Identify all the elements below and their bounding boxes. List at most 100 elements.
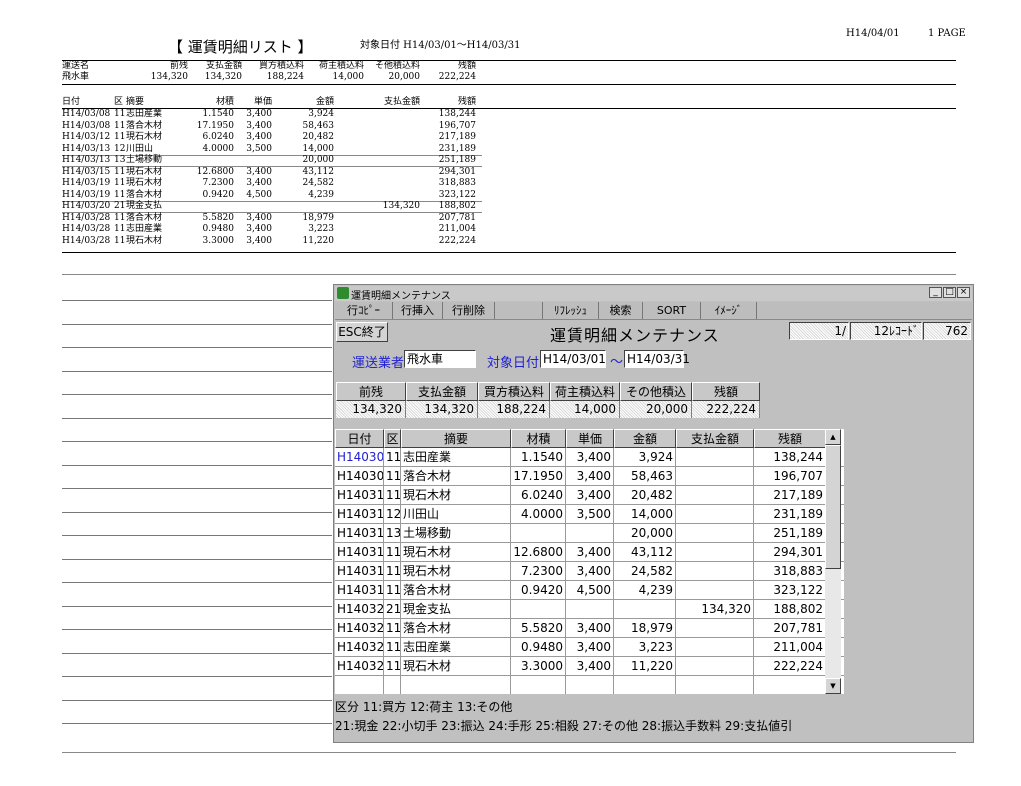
detail-grid[interactable]: 日付区摘要材積単価金額支払金額残額 H14030811志田産業1.15403,4… — [335, 429, 844, 694]
grid-cell[interactable] — [511, 600, 566, 618]
grid-cell[interactable] — [511, 524, 566, 542]
grid-cell[interactable]: 231,189 — [754, 505, 826, 523]
scroll-up-arrow-icon[interactable]: ▲ — [825, 429, 841, 445]
grid-cell[interactable]: 川田山 — [401, 505, 511, 523]
grid-cell[interactable]: H140313 — [335, 505, 384, 523]
grid-cell[interactable]: 現石木材 — [401, 543, 511, 561]
grid-cell[interactable]: 土場移動 — [401, 524, 511, 542]
grid-header[interactable]: 区 — [384, 429, 401, 448]
grid-header[interactable]: 摘要 — [401, 429, 511, 448]
grid-cell[interactable] — [676, 638, 754, 656]
grid-cell[interactable]: 3,400 — [566, 486, 614, 504]
copy-row-button[interactable]: 行ｺﾋﾟｰ — [335, 302, 393, 319]
grid-cell[interactable]: 58,463 — [614, 467, 676, 485]
grid-cell[interactable] — [676, 505, 754, 523]
grid-cell[interactable]: 14,000 — [614, 505, 676, 523]
grid-cell[interactable]: 現石木材 — [401, 486, 511, 504]
grid-cell[interactable] — [676, 562, 754, 580]
grid-header[interactable]: 支払金額 — [676, 429, 754, 448]
maximize-button[interactable]: □ — [943, 287, 956, 298]
table-row[interactable]: H14032811落合木材5.58203,40018,979 207,781 — [335, 619, 844, 638]
grid-cell[interactable]: 11,220 — [614, 657, 676, 675]
grid-cell[interactable] — [676, 486, 754, 504]
grid-cell[interactable] — [676, 448, 754, 466]
grid-cell[interactable]: 落合木材 — [401, 581, 511, 599]
grid-cell[interactable]: 1.1540 — [511, 448, 566, 466]
grid-cell[interactable]: 落合木材 — [401, 619, 511, 637]
grid-cell[interactable]: 138,244 — [754, 448, 826, 466]
grid-cell[interactable]: H140319 — [335, 581, 384, 599]
grid-cell[interactable]: 6.0240 — [511, 486, 566, 504]
grid-cell[interactable]: 3,924 — [614, 448, 676, 466]
grid-header[interactable]: 金額 — [614, 429, 676, 448]
grid-cell[interactable]: 現金支払 — [401, 600, 511, 618]
grid-cell[interactable]: 4,500 — [566, 581, 614, 599]
grid-cell[interactable]: 318,883 — [754, 562, 826, 580]
grid-cell[interactable]: H140320 — [335, 600, 384, 618]
grid-cell[interactable]: H140319 — [335, 562, 384, 580]
grid-header[interactable]: 単価 — [566, 429, 614, 448]
window-titlebar[interactable]: 運賃明細メンテナンス _ □ × — [335, 286, 972, 302]
grid-cell[interactable]: 21 — [384, 600, 401, 618]
grid-cell[interactable]: 3,500 — [566, 505, 614, 523]
grid-cell[interactable] — [676, 467, 754, 485]
table-row[interactable]: H14031211現石木材6.02403,40020,482 217,189 — [335, 486, 844, 505]
grid-cell[interactable] — [614, 600, 676, 618]
grid-cell[interactable]: 志田産業 — [401, 448, 511, 466]
table-row[interactable]: H14030811志田産業1.15403,4003,924 138,244 — [335, 448, 844, 467]
grid-cell[interactable]: 3,400 — [566, 657, 614, 675]
grid-cell[interactable]: H140308 — [335, 467, 384, 485]
grid-cell[interactable]: H140315 — [335, 543, 384, 561]
grid-cell[interactable]: 11 — [384, 619, 401, 637]
grid-header[interactable]: 材積 — [511, 429, 566, 448]
grid-cell[interactable]: 3,400 — [566, 543, 614, 561]
grid-cell[interactable]: 134,320 — [676, 600, 754, 618]
grid-scrollbar[interactable]: ▲ ▼ — [825, 429, 841, 694]
grid-cell[interactable]: 11 — [384, 562, 401, 580]
table-row[interactable]: H14032811現石木材3.30003,40011,220 222,224 — [335, 657, 844, 676]
grid-cell[interactable]: 3,400 — [566, 638, 614, 656]
grid-cell[interactable]: 5.5820 — [511, 619, 566, 637]
insert-row-button[interactable]: 行挿入 — [393, 302, 443, 319]
grid-cell[interactable] — [384, 676, 401, 694]
grid-cell[interactable] — [566, 676, 614, 694]
minimize-button[interactable]: _ — [929, 287, 942, 298]
grid-cell[interactable] — [614, 676, 676, 694]
table-row[interactable] — [335, 676, 844, 694]
table-row[interactable]: H14031511現石木材12.68003,40043,112 294,301 — [335, 543, 844, 562]
grid-cell[interactable]: 211,004 — [754, 638, 826, 656]
grid-cell[interactable] — [754, 676, 826, 694]
grid-cell[interactable] — [566, 600, 614, 618]
grid-cell[interactable]: 現石木材 — [401, 562, 511, 580]
sort-button[interactable]: SORT — [643, 302, 701, 319]
grid-cell[interactable] — [335, 676, 384, 694]
grid-cell[interactable]: 11 — [384, 467, 401, 485]
grid-cell[interactable]: 3.3000 — [511, 657, 566, 675]
grid-cell[interactable]: 222,224 — [754, 657, 826, 675]
table-row[interactable]: H14031313土場移動 20,000 251,189 — [335, 524, 844, 543]
grid-header[interactable]: 日付 — [335, 429, 384, 448]
grid-cell[interactable]: 323,122 — [754, 581, 826, 599]
scroll-thumb[interactable] — [825, 445, 841, 569]
grid-cell[interactable] — [676, 676, 754, 694]
grid-cell[interactable]: 217,189 — [754, 486, 826, 504]
grid-cell[interactable]: 196,707 — [754, 467, 826, 485]
grid-cell[interactable]: 11 — [384, 448, 401, 466]
grid-cell[interactable]: 11 — [384, 657, 401, 675]
grid-cell[interactable]: 4,239 — [614, 581, 676, 599]
grid-cell[interactable]: 24,582 — [614, 562, 676, 580]
grid-cell[interactable] — [676, 581, 754, 599]
grid-cell[interactable]: 17.1950 — [511, 467, 566, 485]
table-row[interactable]: H14031312川田山4.00003,50014,000 231,189 — [335, 505, 844, 524]
search-button[interactable]: 検索 — [599, 302, 643, 319]
grid-cell[interactable]: 251,189 — [754, 524, 826, 542]
close-button[interactable]: × — [957, 287, 970, 298]
grid-cell[interactable]: 13 — [384, 524, 401, 542]
grid-cell[interactable]: H140313 — [335, 524, 384, 542]
image-button[interactable]: ｲﾒｰｼﾞ — [701, 302, 757, 319]
grid-cell[interactable]: 20,482 — [614, 486, 676, 504]
grid-cell[interactable]: 294,301 — [754, 543, 826, 561]
grid-cell[interactable]: 落合木材 — [401, 467, 511, 485]
grid-cell[interactable]: 12.6800 — [511, 543, 566, 561]
grid-cell[interactable]: H140328 — [335, 657, 384, 675]
